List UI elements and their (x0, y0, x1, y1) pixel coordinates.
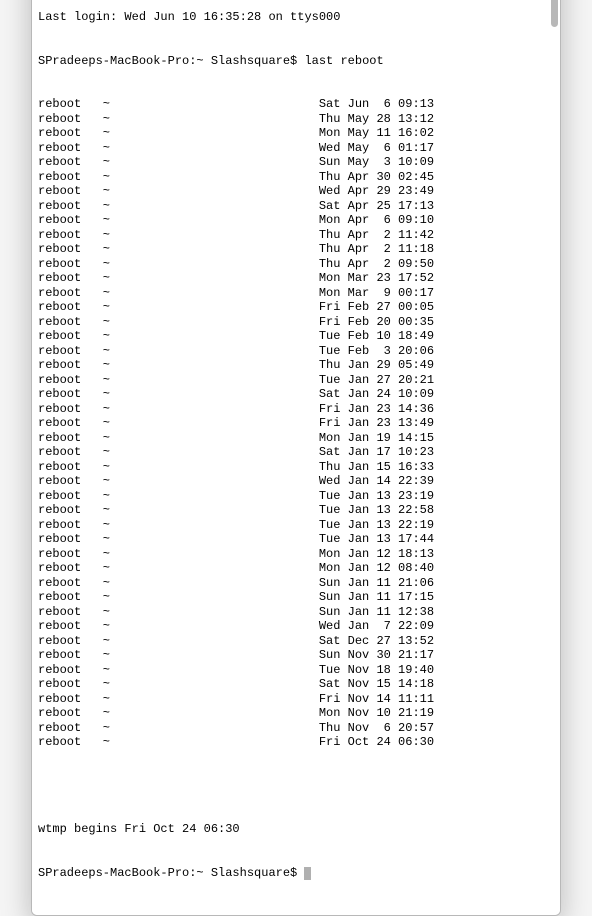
output-row: reboot ~ Mon May 11 16:02 (38, 126, 554, 141)
prompt: SPradeeps-MacBook-Pro:~ Slashsquare$ (38, 866, 297, 880)
output-row: reboot ~ Sun Jan 11 17:15 (38, 590, 554, 605)
output-row: reboot ~ Fri Jan 23 13:49 (38, 416, 554, 431)
terminal-window: Slashsquare — bash — 65×51 Last login: W… (31, 0, 561, 916)
output-row: reboot ~ Mon Apr 6 09:10 (38, 213, 554, 228)
output-row: reboot ~ Wed May 6 01:17 (38, 141, 554, 156)
current-prompt-line[interactable]: SPradeeps-MacBook-Pro:~ Slashsquare$ (38, 866, 554, 881)
blank-line (38, 779, 554, 794)
output-row: reboot ~ Mon Mar 23 17:52 (38, 271, 554, 286)
command-text: last reboot (304, 54, 383, 68)
output-row: reboot ~ Thu Apr 30 02:45 (38, 170, 554, 185)
command-line: SPradeeps-MacBook-Pro:~ Slashsquare$ las… (38, 54, 554, 69)
terminal-body[interactable]: Last login: Wed Jun 10 16:35:28 on ttys0… (32, 0, 560, 915)
output-row: reboot ~ Sat Jan 24 10:09 (38, 387, 554, 402)
output-row: reboot ~ Fri Oct 24 06:30 (38, 735, 554, 750)
output-row: reboot ~ Wed Apr 29 23:49 (38, 184, 554, 199)
output-row: reboot ~ Sat Nov 15 14:18 (38, 677, 554, 692)
output-row: reboot ~ Sun Jan 11 21:06 (38, 576, 554, 591)
output-row: reboot ~ Fri Feb 20 00:35 (38, 315, 554, 330)
output-row: reboot ~ Thu Apr 2 09:50 (38, 257, 554, 272)
output-row: reboot ~ Thu Nov 6 20:57 (38, 721, 554, 736)
scrollbar-thumb[interactable] (551, 0, 558, 27)
output-row: reboot ~ Mon Jan 12 18:13 (38, 547, 554, 562)
prompt: SPradeeps-MacBook-Pro:~ Slashsquare$ (38, 54, 297, 68)
output-row: reboot ~ Tue Jan 13 22:19 (38, 518, 554, 533)
output-row: reboot ~ Fri Feb 27 00:05 (38, 300, 554, 315)
output-row: reboot ~ Sat Apr 25 17:13 (38, 199, 554, 214)
output-row: reboot ~ Mon Jan 12 08:40 (38, 561, 554, 576)
output-row: reboot ~ Sat Jun 6 09:13 (38, 97, 554, 112)
last-login-line: Last login: Wed Jun 10 16:35:28 on ttys0… (38, 10, 554, 25)
cursor-icon (304, 867, 311, 880)
output-row: reboot ~ Wed Jan 7 22:09 (38, 619, 554, 634)
output-row: reboot ~ Thu May 28 13:12 (38, 112, 554, 127)
output-row: reboot ~ Sat Jan 17 10:23 (38, 445, 554, 460)
output-row: reboot ~ Tue Feb 3 20:06 (38, 344, 554, 359)
output-row: reboot ~ Sun Nov 30 21:17 (38, 648, 554, 663)
output-row: reboot ~ Thu Apr 2 11:18 (38, 242, 554, 257)
output-row: reboot ~ Mon Jan 19 14:15 (38, 431, 554, 446)
output-row: reboot ~ Thu Jan 29 05:49 (38, 358, 554, 373)
output-row: reboot ~ Tue Nov 18 19:40 (38, 663, 554, 678)
output-row: reboot ~ Tue Jan 13 23:19 (38, 489, 554, 504)
output-row: reboot ~ Tue Feb 10 18:49 (38, 329, 554, 344)
output-row: reboot ~ Mon Nov 10 21:19 (38, 706, 554, 721)
output-rows: reboot ~ Sat Jun 6 09:13reboot ~ Thu May… (38, 97, 554, 750)
output-row: reboot ~ Fri Jan 23 14:36 (38, 402, 554, 417)
output-row: reboot ~ Wed Jan 14 22:39 (38, 474, 554, 489)
output-row: reboot ~ Sun Jan 11 12:38 (38, 605, 554, 620)
output-row: reboot ~ Thu Apr 2 11:42 (38, 228, 554, 243)
output-row: reboot ~ Sat Dec 27 13:52 (38, 634, 554, 649)
output-row: reboot ~ Thu Jan 15 16:33 (38, 460, 554, 475)
output-row: reboot ~ Sun May 3 10:09 (38, 155, 554, 170)
output-row: reboot ~ Tue Jan 13 22:58 (38, 503, 554, 518)
output-row: reboot ~ Tue Jan 13 17:44 (38, 532, 554, 547)
output-row: reboot ~ Tue Jan 27 20:21 (38, 373, 554, 388)
output-row: reboot ~ Mon Mar 9 00:17 (38, 286, 554, 301)
wtmp-line: wtmp begins Fri Oct 24 06:30 (38, 822, 554, 837)
output-row: reboot ~ Fri Nov 14 11:11 (38, 692, 554, 707)
